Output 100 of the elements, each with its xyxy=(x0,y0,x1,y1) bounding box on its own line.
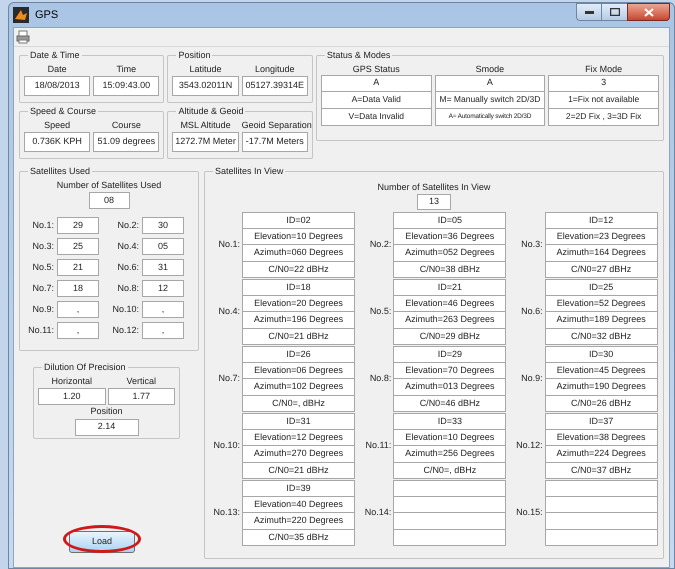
info-cell: C/N0=29 dBHz xyxy=(393,328,506,345)
printer-icon[interactable] xyxy=(16,30,30,44)
legend-cell: A=Data Valid xyxy=(320,92,432,108)
maximize-button[interactable] xyxy=(602,3,627,21)
value-field: 25 xyxy=(57,238,99,255)
info-cell: ID=25 xyxy=(544,279,658,296)
legend-cell: M= Manually switch 2D/3D xyxy=(434,92,546,108)
field-label: Number of Satellites In View xyxy=(376,180,492,194)
value-field: 05 xyxy=(142,238,184,255)
slot-label: No.5: xyxy=(31,260,54,274)
info-cell: Elevation=10 Degrees xyxy=(393,430,506,446)
value-field: 30 xyxy=(142,217,184,234)
value-field: , xyxy=(57,322,99,339)
legend-cell: 2=2D Fix , 3=3D Fix xyxy=(548,108,659,126)
info-cell: ID=05 xyxy=(393,212,506,228)
value-field: 1272.7M Meter xyxy=(172,132,239,152)
info-cell: C/N0=21 dBHz xyxy=(242,328,355,345)
satellite-label: No.8: xyxy=(368,372,392,386)
value-field: A xyxy=(320,74,432,92)
value-field: 31 xyxy=(142,259,184,276)
field-label: Date xyxy=(46,62,68,76)
info-cell: ID=12 xyxy=(544,212,658,228)
group-title: Date & Time xyxy=(29,49,81,62)
group-title: Satellites Used xyxy=(29,165,92,178)
info-cell: C/N0=46 dBHz xyxy=(393,396,506,412)
info-cell: C/N0=26 dBHz xyxy=(544,396,658,412)
value-field: 0.736K KPH xyxy=(24,132,90,152)
slot-label: No.1: xyxy=(31,218,54,232)
satellite-label: No.11: xyxy=(364,439,392,452)
slot-label: No.7: xyxy=(31,282,54,295)
info-cell: Elevation=20 Degrees xyxy=(242,296,355,312)
info-cell: Azimuth=224 Degrees xyxy=(544,446,658,462)
field-label: Time xyxy=(115,62,138,76)
value-field: 21 xyxy=(57,259,99,276)
field-label: MSL Altitude xyxy=(179,118,232,132)
info-cell: C/N0=37 dBHz xyxy=(544,462,658,479)
value-field: 08 xyxy=(88,192,130,209)
info-cell: ID=21 xyxy=(393,279,506,296)
info-cell: ID=26 xyxy=(242,346,355,362)
value-field: 3 xyxy=(548,74,659,92)
info-cell: C/N0=27 dBHz xyxy=(544,262,658,278)
group-title: Dilution Of Precision xyxy=(43,361,127,374)
satellite-label: No.3: xyxy=(520,238,544,252)
info-cell: C/N0=, dBHz xyxy=(242,396,355,412)
value-field: 29 xyxy=(57,217,99,234)
satellite-label: No.15: xyxy=(515,506,544,520)
info-cell: C/N0=32 dBHz xyxy=(544,328,658,345)
field-label: Course xyxy=(110,118,142,132)
info-cell: C/N0=22 dBHz xyxy=(242,262,355,278)
group-title: Satellites In View xyxy=(214,165,284,178)
field-label: Longitude xyxy=(254,62,296,76)
value-field: 2.14 xyxy=(74,418,138,436)
value-field: 15:09:43.00 xyxy=(93,76,160,96)
group-title: Speed & Course xyxy=(29,105,98,118)
minimize-button[interactable] xyxy=(576,3,602,21)
info-cell: Elevation=70 Degrees xyxy=(393,362,506,379)
info-cell: ID=37 xyxy=(544,413,658,430)
info-cell: Elevation=40 Degrees xyxy=(242,496,355,513)
column-heading: Smode xyxy=(474,62,506,74)
info-cell: Elevation=23 Degrees xyxy=(544,228,658,245)
satellite-label: No.9: xyxy=(520,372,544,386)
info-cell: ID=39 xyxy=(242,480,355,496)
close-icon xyxy=(644,8,654,16)
value-field: 51.09 degrees xyxy=(93,132,160,152)
value-field: 13 xyxy=(417,194,451,210)
value-field: , xyxy=(57,301,99,318)
group-title: Position xyxy=(177,49,212,62)
group-title: Status & Modes xyxy=(326,49,392,62)
info-cell: Azimuth=102 Degrees xyxy=(242,379,355,396)
info-cell: ID=30 xyxy=(544,346,658,362)
info-cell: C/N0=, dBHz xyxy=(393,462,506,479)
info-cell: Azimuth=052 Degrees xyxy=(393,245,506,262)
info-cell: Azimuth=263 Degrees xyxy=(393,312,506,328)
value-field: , xyxy=(142,301,184,318)
value-field: , xyxy=(142,322,184,339)
info-cell: Azimuth=013 Degrees xyxy=(393,379,506,396)
satellite-label: No.4: xyxy=(217,305,241,318)
info-cell: Azimuth=190 Degrees xyxy=(544,379,658,396)
field-label: Latitude xyxy=(188,62,223,76)
satellite-label: No.7: xyxy=(217,372,241,386)
satellite-label: No.12: xyxy=(515,439,544,452)
slot-label: No.2: xyxy=(116,218,139,232)
value-field: 18 xyxy=(57,280,99,297)
value-field: -17.7M Meters xyxy=(242,132,308,152)
info-cell: Azimuth=256 Degrees xyxy=(393,446,506,462)
satellite-label: No.1: xyxy=(217,238,241,252)
info-cell: C/N0=38 dBHz xyxy=(393,262,506,278)
info-cell: Elevation=45 Degrees xyxy=(544,362,658,379)
info-cell: ID=02 xyxy=(242,212,355,228)
close-button[interactable] xyxy=(627,3,670,21)
value-field: 05127.39314E xyxy=(242,76,308,96)
info-cell: Elevation=38 Degrees xyxy=(544,430,658,446)
slot-label: No.6: xyxy=(116,260,139,274)
field-label: Vertical xyxy=(126,374,156,388)
field-label: Position xyxy=(90,405,123,418)
value-field: 12 xyxy=(142,280,184,297)
info-cell: C/N0=35 dBHz xyxy=(242,530,355,546)
info-cell: Azimuth=189 Degrees xyxy=(544,312,658,328)
satellite-label: No.6: xyxy=(520,305,544,318)
info-cell: Elevation=36 Degrees xyxy=(393,228,506,245)
